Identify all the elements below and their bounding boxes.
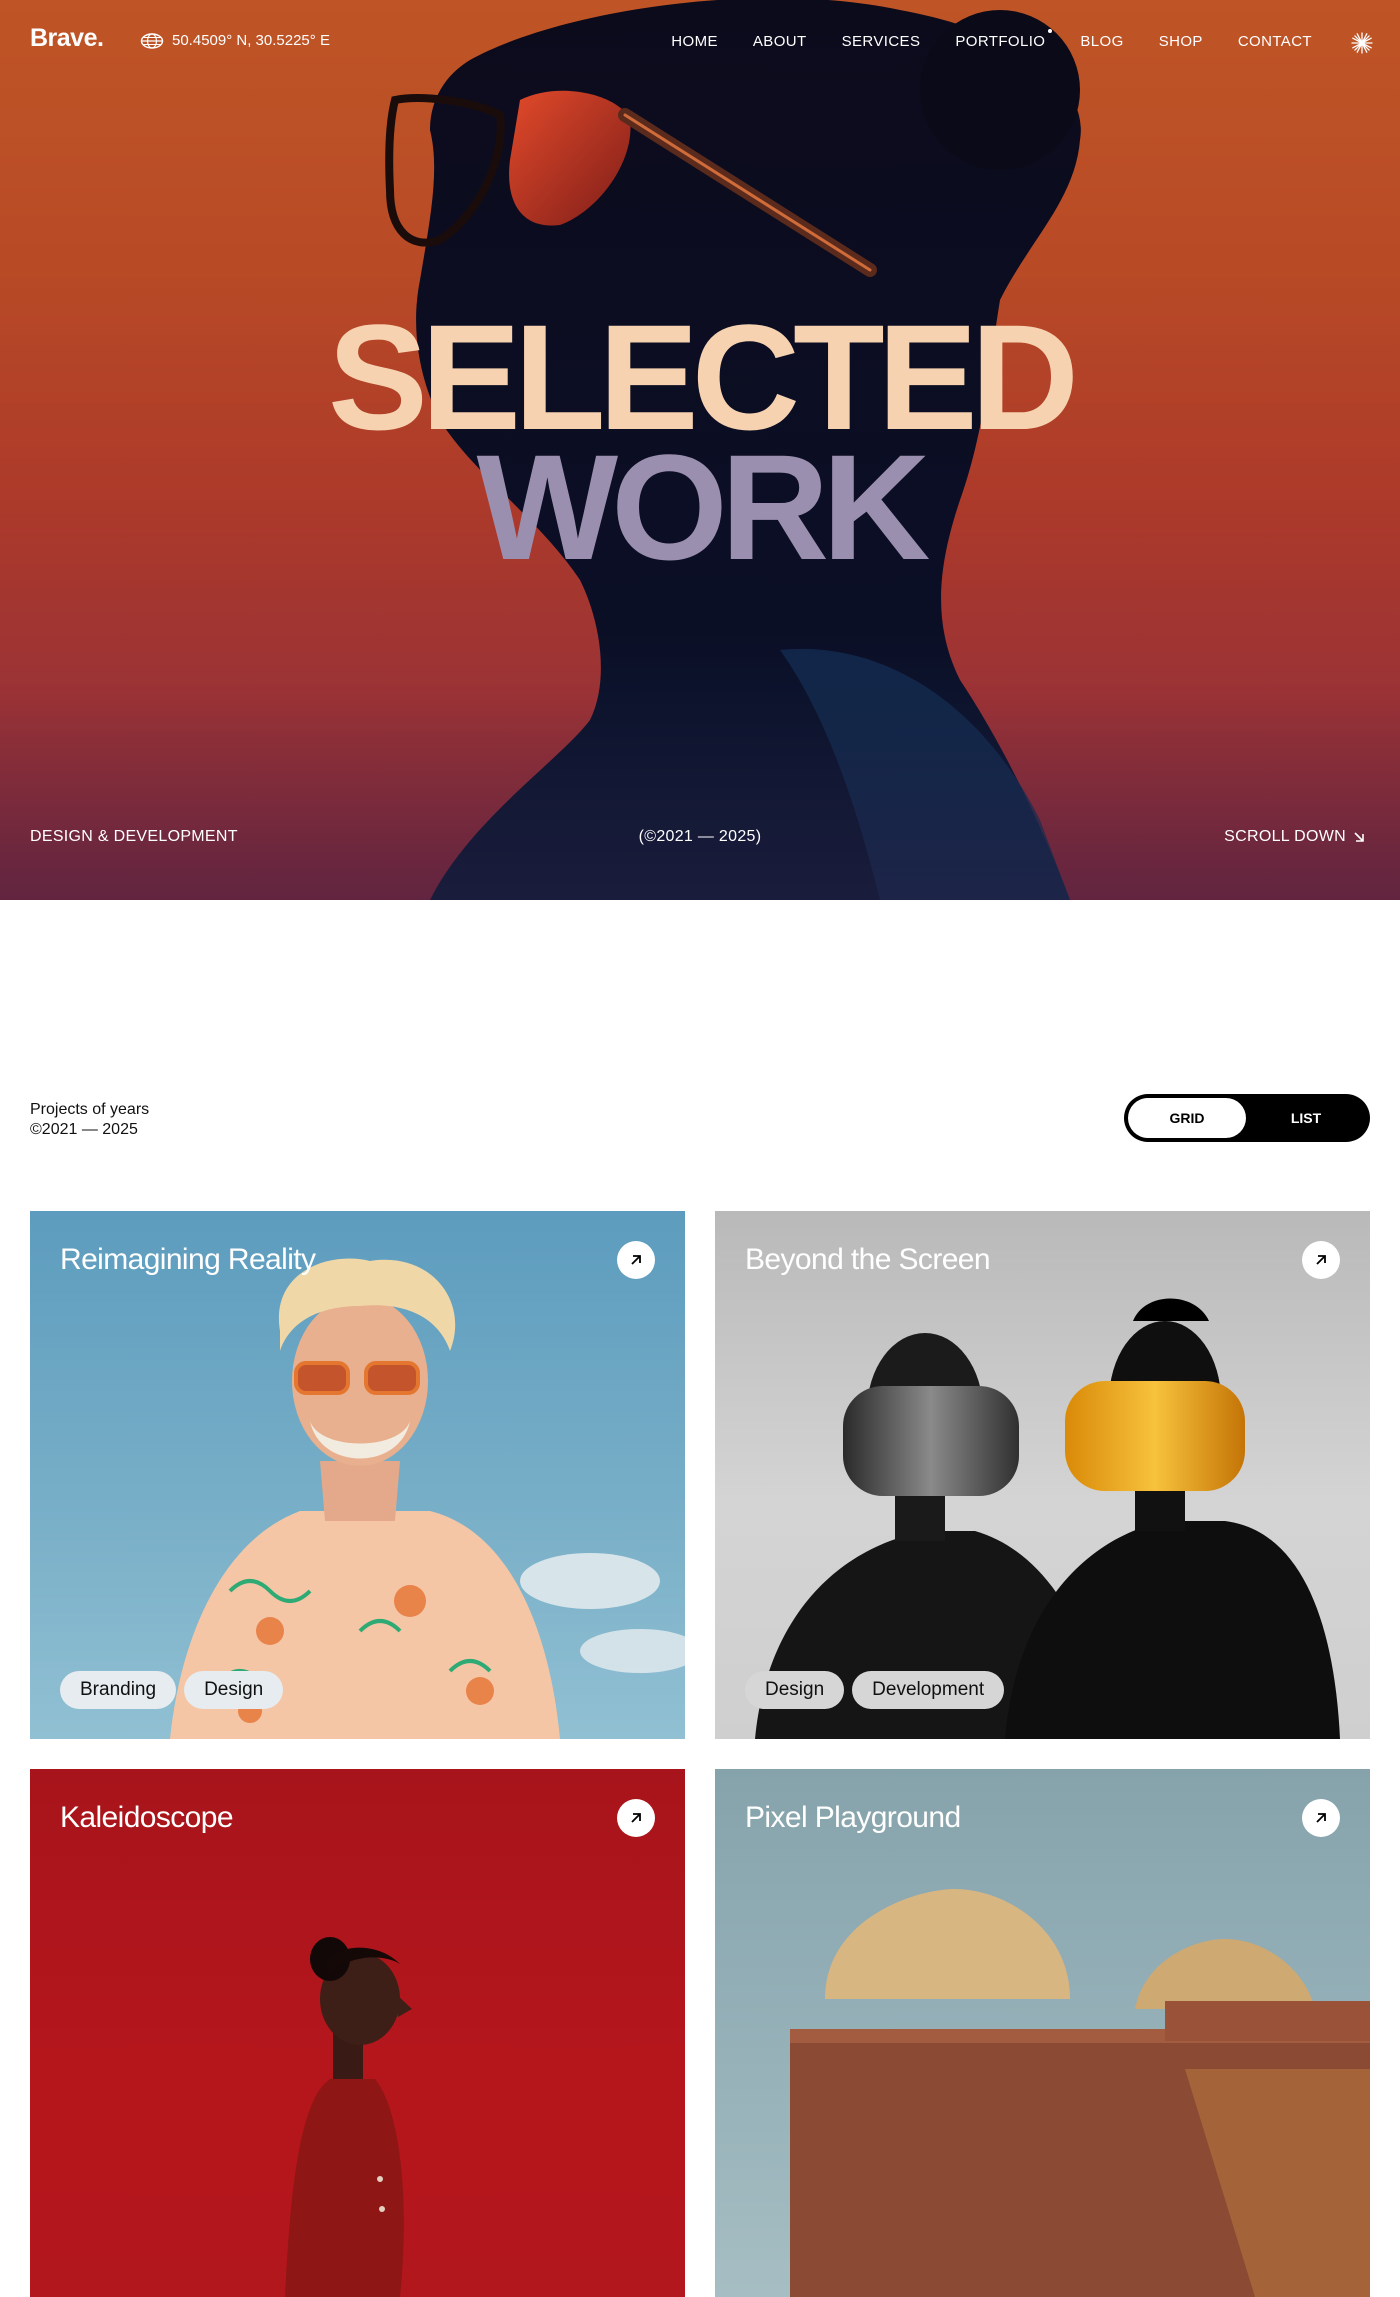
hero-title-line-2: WORK bbox=[0, 432, 1400, 582]
nav-item-portfolio[interactable]: PORTFOLIO bbox=[955, 29, 1053, 50]
hero-section: Brave. 50.4509° N, 30.5225° E HOME ABOUT… bbox=[0, 0, 1400, 900]
arrow-up-right-icon bbox=[631, 1813, 641, 1823]
hero-shade bbox=[0, 680, 1400, 900]
grid-view-button[interactable]: GRID bbox=[1128, 1098, 1246, 1138]
scroll-down-label: SCROLL DOWN bbox=[1224, 828, 1346, 845]
project-title: Kaleidoscope bbox=[60, 1801, 234, 1834]
open-project-button[interactable] bbox=[617, 1799, 655, 1837]
arrow-up-right-icon bbox=[631, 1255, 641, 1265]
nav-item-about[interactable]: ABOUT bbox=[753, 33, 807, 50]
projects-heading-line-2: ©2021 — 2025 bbox=[30, 1121, 138, 1138]
project-card-reimagining-reality[interactable]: Reimagining Reality Branding Design bbox=[30, 1211, 685, 1739]
project-card-pixel-playground[interactable]: Pixel Playground bbox=[715, 1769, 1370, 2297]
active-dot-icon bbox=[1048, 29, 1053, 33]
project-image-dome-building bbox=[790, 1889, 1370, 2297]
arrow-up-right-icon bbox=[1316, 1813, 1326, 1823]
project-tags: Design Development bbox=[745, 1671, 1005, 1709]
project-image-vr-headsets bbox=[755, 1298, 1340, 1739]
project-title: Beyond the Screen bbox=[745, 1243, 991, 1276]
project-card-kaleidoscope[interactable]: Kaleidoscope bbox=[30, 1769, 685, 2297]
coordinates-text: 50.4509° N, 30.5225° E bbox=[172, 32, 330, 49]
hero-center-caption: (©2021 — 2025) bbox=[638, 828, 762, 845]
arrow-down-right-icon bbox=[1354, 832, 1364, 842]
nav-item-services[interactable]: SERVICES bbox=[842, 33, 921, 50]
project-title: Pixel Playground bbox=[745, 1801, 961, 1834]
location-coordinates: 50.4509° N, 30.5225° E bbox=[140, 32, 330, 49]
sunburst-icon[interactable] bbox=[1350, 31, 1374, 55]
project-tags: Branding Design bbox=[60, 1671, 284, 1709]
scroll-down-link[interactable]: SCROLL DOWN bbox=[1224, 828, 1366, 846]
project-image-man-with-sunglasses bbox=[170, 1258, 685, 1739]
brand-logo[interactable]: Brave. bbox=[30, 24, 104, 53]
project-title: Reimagining Reality bbox=[60, 1243, 316, 1276]
top-navigation-bar: Brave. 50.4509° N, 30.5225° E HOME ABOUT… bbox=[0, 0, 1400, 86]
nav-item-blog[interactable]: BLOG bbox=[1080, 33, 1123, 50]
open-project-button[interactable] bbox=[617, 1241, 655, 1279]
nav-item-portfolio-label: PORTFOLIO bbox=[955, 33, 1046, 50]
tag-design[interactable]: Design bbox=[184, 1671, 284, 1709]
tag-development[interactable]: Development bbox=[852, 1671, 1005, 1709]
projects-heading-line-1: Projects of years bbox=[30, 1101, 150, 1118]
list-view-button[interactable]: LIST bbox=[1246, 1098, 1366, 1138]
projects-heading: Projects of years ©2021 — 2025 bbox=[30, 1100, 149, 1140]
tag-branding[interactable]: Branding bbox=[60, 1671, 177, 1709]
view-toggle: GRID LIST bbox=[1124, 1094, 1370, 1142]
arrow-up-right-icon bbox=[1316, 1255, 1326, 1265]
hero-footer: DESIGN & DEVELOPMENT (©2021 — 2025) SCRO… bbox=[0, 828, 1400, 852]
open-project-button[interactable] bbox=[1302, 1241, 1340, 1279]
globe-icon bbox=[140, 32, 164, 49]
main-nav: HOME ABOUT SERVICES PORTFOLIO BLOG SHOP … bbox=[671, 29, 1312, 50]
open-project-button[interactable] bbox=[1302, 1799, 1340, 1837]
hero-title: SELECTED WORK bbox=[0, 302, 1400, 582]
project-image-woman-profile bbox=[285, 1937, 412, 2297]
nav-item-contact[interactable]: CONTACT bbox=[1238, 33, 1312, 50]
project-card-beyond-the-screen[interactable]: Beyond the Screen Design Development bbox=[715, 1211, 1370, 1739]
nav-item-shop[interactable]: SHOP bbox=[1159, 33, 1203, 50]
nav-item-home[interactable]: HOME bbox=[671, 33, 718, 50]
hero-title-line-2-text: WORK bbox=[476, 423, 931, 591]
tag-design[interactable]: Design bbox=[745, 1671, 845, 1709]
